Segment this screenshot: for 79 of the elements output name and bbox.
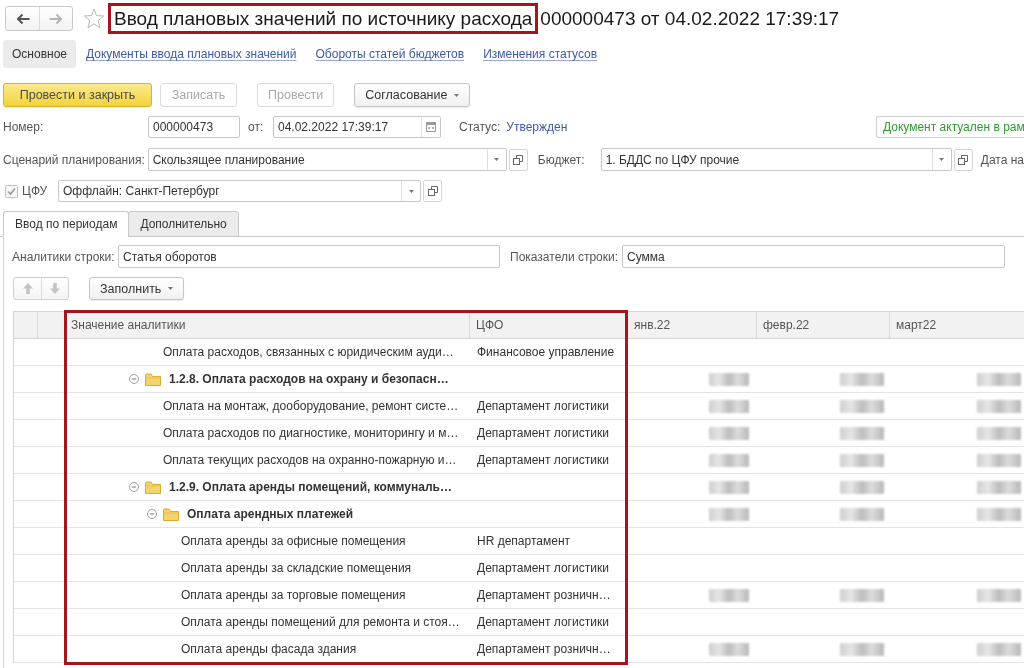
date-field[interactable]: 04.02.2022 17:39:17 bbox=[273, 116, 441, 138]
open-button[interactable] bbox=[953, 148, 973, 171]
column-header: февр.22 bbox=[757, 312, 890, 338]
field-label: Аналитики строки: bbox=[12, 249, 116, 264]
table-cell: Оплата текущих расходов на охранно-пожарную и… bbox=[163, 453, 457, 467]
select-field[interactable]: 1. БДДС по ЦФУ прочие bbox=[600, 148, 952, 171]
caret-icon bbox=[494, 158, 500, 161]
document-number: 000000473 от 04.02.2022 17:39:17 bbox=[540, 7, 840, 30]
minus-circle-icon[interactable] bbox=[129, 374, 139, 384]
column-header: Значение аналитики bbox=[65, 312, 470, 338]
number-field[interactable]: 000000473 bbox=[148, 116, 240, 138]
field-label: от: bbox=[248, 120, 265, 134]
tab[interactable]: Дополнительно bbox=[128, 211, 239, 237]
section-tab[interactable]: Основное bbox=[3, 40, 76, 68]
table-cell: Оплата расходов по диагностике, мониторингу и м… bbox=[163, 426, 459, 440]
tab[interactable]: Ввод по периодам bbox=[3, 211, 130, 237]
fill-button[interactable]: Заполнить bbox=[89, 277, 185, 300]
folder-icon bbox=[145, 480, 161, 494]
caret-icon bbox=[939, 158, 945, 161]
arrow-right-icon bbox=[49, 12, 63, 25]
table-cell: Оплата расходов, связанных с юридическим ауди… bbox=[163, 345, 454, 359]
section-link[interactable]: Документы ввода плановых значений bbox=[86, 47, 297, 61]
field-label: Сценарий планирования: bbox=[3, 152, 146, 167]
select-field[interactable]: Оффлайн: Санкт-Петербург bbox=[58, 180, 421, 202]
table-cell: Оплата на монтаж, дооборудование, ремонт систе… bbox=[163, 399, 459, 413]
overlapping-squares-icon bbox=[958, 154, 969, 165]
field-label: Номер: bbox=[3, 120, 45, 134]
analytics-field[interactable]: Статья оборотов bbox=[118, 245, 500, 268]
overlapping-squares-icon bbox=[513, 154, 524, 165]
section-link[interactable]: Изменения статусов bbox=[483, 47, 598, 61]
arrow-up-icon bbox=[22, 283, 33, 294]
tree-node-label: Оплата арендных платежей bbox=[187, 507, 354, 521]
section-link[interactable]: Обороты статей бюджетов bbox=[315, 47, 465, 61]
table-cell: Департамент логистики bbox=[477, 561, 609, 575]
table-cell: Оплата аренды за торговые помещения bbox=[181, 588, 406, 602]
status-message: Документ актуален в рам bbox=[876, 116, 1024, 138]
field-label: ЦФУ bbox=[22, 184, 49, 198]
arrow-left-icon bbox=[15, 12, 30, 25]
open-button[interactable] bbox=[423, 180, 442, 202]
column-header: янв.22 bbox=[628, 312, 757, 338]
table-cell: Департамент логистики bbox=[477, 426, 609, 440]
table-cell: Департамент логистики bbox=[477, 615, 609, 629]
command-button[interactable]: Согласование bbox=[354, 83, 471, 107]
field-label: Бюджет: bbox=[537, 152, 586, 167]
minus-circle-icon[interactable] bbox=[147, 509, 157, 519]
checkbox[interactable] bbox=[5, 184, 18, 198]
table-cell: Департамент розничн… bbox=[477, 642, 611, 656]
caret-icon bbox=[168, 287, 174, 290]
table-cell: Оплата аренды помещений для ремонта и стоя… bbox=[181, 615, 460, 629]
table-cell: Финансовое управление bbox=[477, 345, 615, 359]
table-cell: Департамент логистики bbox=[477, 453, 609, 467]
field-label: Дата на bbox=[980, 152, 1024, 167]
column-header: ЦФО bbox=[470, 312, 628, 338]
table-cell: Оплата аренды за офисные помещения bbox=[181, 534, 406, 548]
column-header: март22 bbox=[890, 312, 1024, 338]
star-icon[interactable] bbox=[83, 8, 105, 29]
table-cell: HR департамент bbox=[477, 534, 570, 548]
folder-icon bbox=[163, 507, 179, 521]
calendar-icon[interactable] bbox=[426, 122, 436, 132]
caret-icon bbox=[408, 189, 414, 193]
overlapping-squares-icon bbox=[427, 186, 438, 196]
arrow-down-icon bbox=[50, 283, 60, 294]
field-label: Статус: bbox=[459, 120, 501, 134]
select-field[interactable]: Скользящее планирование bbox=[147, 148, 507, 171]
table-cell: Оплата аренды за складские помещения bbox=[181, 561, 412, 575]
status-value: Утвержден bbox=[506, 120, 568, 134]
form-title: Ввод плановых значений по источнику расхода bbox=[108, 3, 539, 34]
table-cell: Департамент розничн… bbox=[477, 588, 611, 602]
tree-node-label: 1.2.8. Оплата расходов на охрану и безопасн… bbox=[169, 372, 449, 386]
folder-icon bbox=[145, 372, 161, 386]
open-button[interactable] bbox=[508, 148, 528, 171]
minus-circle-icon[interactable] bbox=[129, 482, 139, 492]
field-label: Показатели строки: bbox=[510, 249, 620, 264]
table-cell: Оплата аренды фасада здания bbox=[181, 642, 357, 656]
tree-node-label: 1.2.9. Оплата аренды помещений, коммуналь… bbox=[169, 480, 452, 494]
command-button[interactable]: Провести и закрыть bbox=[3, 83, 152, 107]
indicators-field[interactable]: Сумма bbox=[622, 245, 1005, 268]
table-cell: Департамент логистики bbox=[477, 399, 609, 413]
caret-icon bbox=[454, 93, 460, 97]
